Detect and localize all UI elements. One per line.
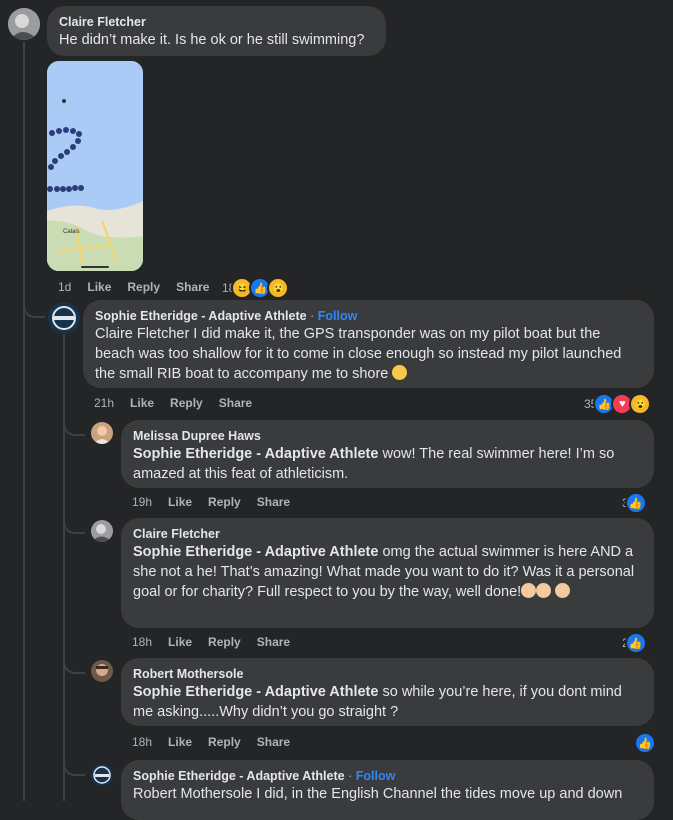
smile-emoji-icon [392,365,408,380]
reply-thread-line [63,332,65,801]
share-button[interactable]: Share [257,735,290,749]
reply-button[interactable]: Reply [208,635,241,649]
reaction-summary[interactable]: 👍 [631,732,656,754]
follow-button[interactable]: Follow [356,769,396,783]
comment-actions: 21h Like Reply Share [94,396,268,410]
comment-bubble: Sophie Etheridge - Adaptive Athlete · Fo… [83,300,654,388]
mention-link[interactable]: Sophie Etheridge - Adaptive Athlete [133,684,378,700]
comment-author[interactable]: Claire Fletcher [59,14,374,30]
like-button[interactable]: Like [87,280,111,294]
reaction-summary[interactable]: 3 👍 [622,492,647,514]
clap-emoji-icon [521,583,537,598]
avatar[interactable] [91,422,113,444]
share-button[interactable]: Share [176,280,209,294]
reply-button[interactable]: Reply [208,735,241,749]
avatar[interactable] [91,660,113,682]
thread-line [23,42,25,801]
separator: · [348,769,353,783]
reaction-summary[interactable]: 18 😆 👍 😮 [222,277,290,299]
like-icon: 👍 [624,632,647,654]
comment-text: He didn’t make it. Is he ok or he still … [59,32,365,48]
thread-connector [23,292,45,318]
reply-connector [63,650,85,674]
avatar[interactable] [48,302,80,334]
follow-button[interactable]: Follow [318,309,358,323]
reply-button[interactable]: Reply [127,280,160,294]
avatar[interactable] [91,764,113,786]
clap-emoji-icon [555,583,571,598]
comment-text-wrap: Sophie Etheridge - Adaptive Athlete so w… [133,682,642,722]
comment-bubble: Claire Fletcher He didn’t make it. Is he… [47,6,386,56]
comment-time[interactable]: 1d [58,280,71,294]
comment-actions: 1d Like Reply Share [58,280,225,294]
avatar[interactable] [91,520,113,542]
clap-emoji-icon [536,583,552,598]
comment-text-wrap: Claire Fletcher I did make it, the GPS t… [95,324,642,384]
comment-bubble: Sophie Etheridge - Adaptive Athlete · Fo… [121,760,654,820]
comment-bubble: Claire Fletcher Sophie Etheridge - Adapt… [121,518,654,628]
mention-link[interactable]: Sophie Etheridge - Adaptive Athlete [133,544,378,560]
comment-actions: 18h Like Reply Share [132,735,306,749]
like-button[interactable]: Like [168,735,192,749]
reaction-summary[interactable]: 2 👍 [622,632,647,654]
comment-author[interactable]: Sophie Etheridge - Adaptive Athlete [133,769,345,783]
avatar[interactable] [8,8,40,40]
reply-connector [63,752,85,776]
reply-button[interactable]: Reply [208,495,241,509]
comment-author[interactable]: Melissa Dupree Haws [133,428,642,444]
comment-text-wrap: Sophie Etheridge - Adaptive Athlete wow!… [133,444,642,484]
like-button[interactable]: Like [130,396,154,410]
comment-author[interactable]: Robert Mothersole [133,666,642,682]
like-icon: 👍 [624,492,647,514]
reaction-summary[interactable]: 35 👍 ♥ 😮 [584,393,652,415]
map-label: Calais [63,229,80,235]
comment-author[interactable]: Claire Fletcher [133,526,642,542]
comment-author-line: Sophie Etheridge - Adaptive Athlete · Fo… [95,308,642,324]
comment-author[interactable]: Sophie Etheridge - Adaptive Athlete [95,309,307,323]
mention-link[interactable]: Sophie Etheridge - Adaptive Athlete [133,446,378,462]
reply-connector [63,510,85,534]
comment-time[interactable]: 18h [132,735,152,749]
map-image[interactable]: Calais [47,61,143,271]
comment-text: Claire Fletcher I did make it, the GPS t… [95,326,622,382]
like-button[interactable]: Like [168,635,192,649]
reply-button[interactable]: Reply [170,396,203,410]
share-button[interactable]: Share [257,635,290,649]
comment-bubble: Melissa Dupree Haws Sophie Etheridge - A… [121,420,654,488]
like-button[interactable]: Like [168,495,192,509]
comment-time[interactable]: 18h [132,635,152,649]
wow-icon: 😮 [629,393,652,415]
comment-text: Robert Mothersole I did, in the English … [133,786,623,802]
share-button[interactable]: Share [257,495,290,509]
reply-connector [63,412,85,436]
comment-actions: 19h Like Reply Share [132,495,306,509]
comment-author-line: Sophie Etheridge - Adaptive Athlete · Fo… [133,768,642,784]
wow-icon: 😮 [267,277,290,299]
comment-time[interactable]: 21h [94,396,114,410]
comment-text-wrap: Sophie Etheridge - Adaptive Athlete omg … [133,542,642,602]
comment-bubble: Robert Mothersole Sophie Etheridge - Ada… [121,658,654,726]
share-button[interactable]: Share [219,396,252,410]
comment-time[interactable]: 19h [132,495,152,509]
comment-actions: 18h Like Reply Share [132,635,306,649]
separator: · [310,309,315,323]
like-icon: 👍 [634,732,656,754]
